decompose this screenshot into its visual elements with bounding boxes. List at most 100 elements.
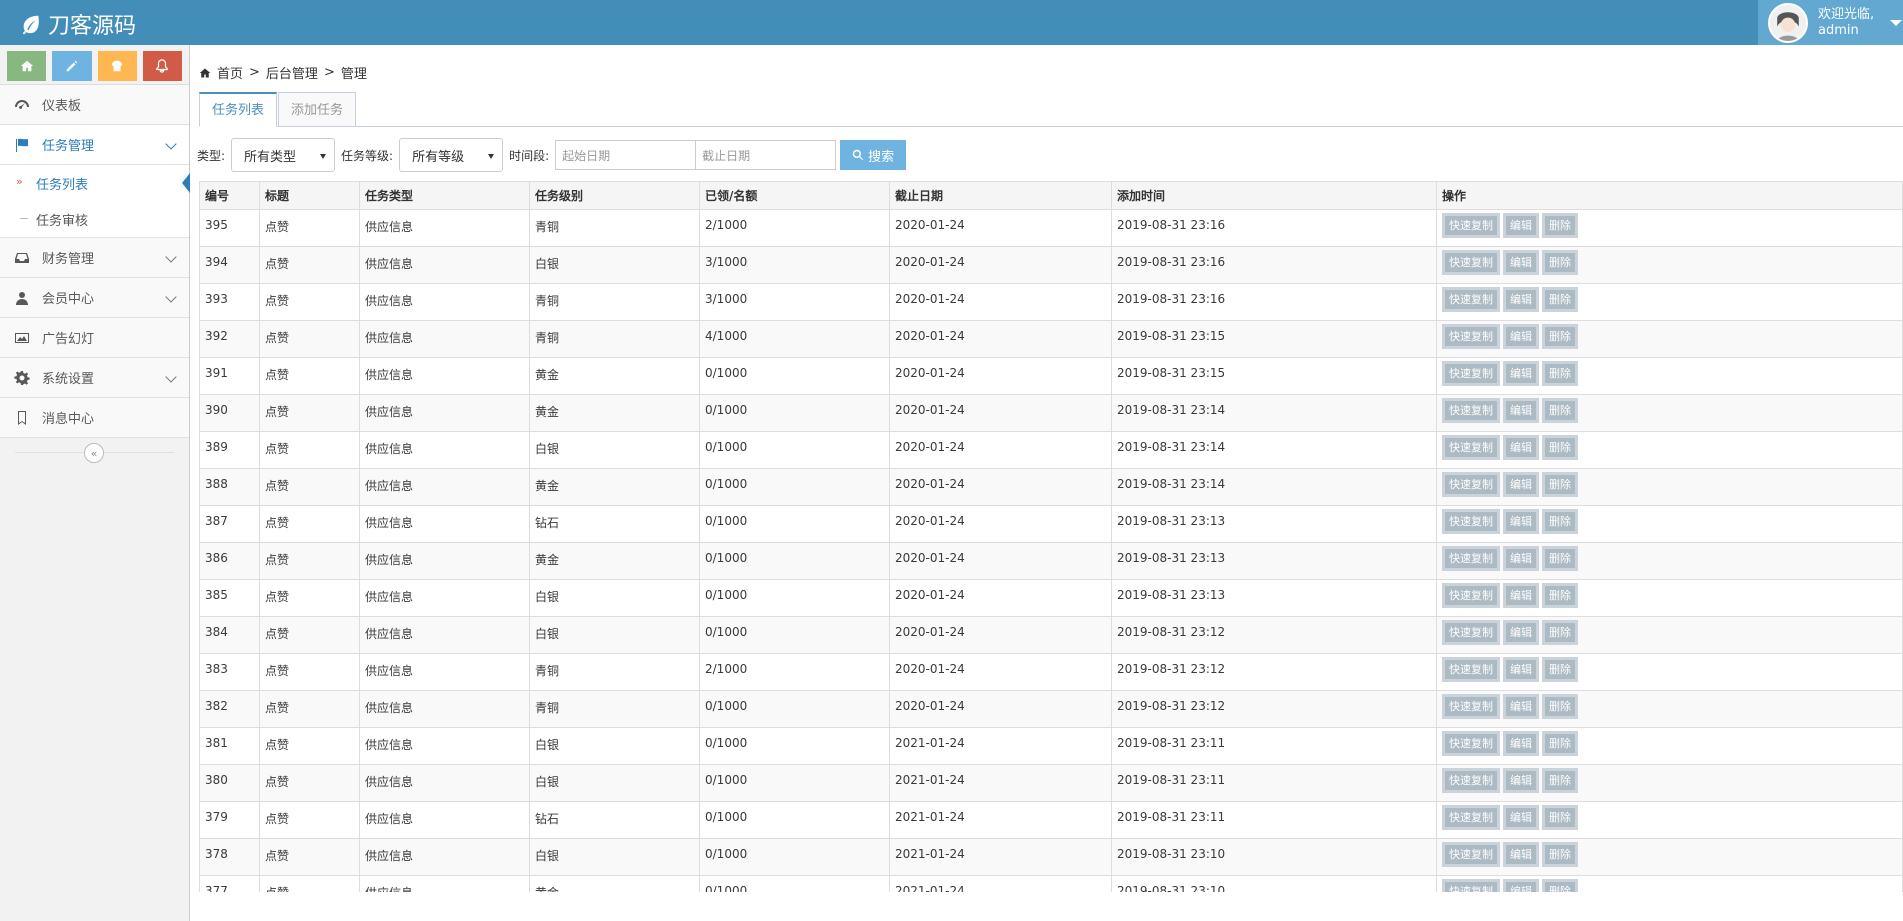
shortcut-edit-button[interactable] xyxy=(52,51,92,81)
quick-copy-button[interactable]: 快速复制 xyxy=(1442,287,1500,312)
shortcut-home-button[interactable] xyxy=(7,51,47,81)
shortcut-bell-button[interactable] xyxy=(142,51,182,81)
column-header[interactable]: 标题 xyxy=(259,181,360,210)
delete-button[interactable]: 删除 xyxy=(1542,287,1578,312)
delete-button[interactable]: 删除 xyxy=(1542,435,1578,460)
quick-copy-button[interactable]: 快速复制 xyxy=(1442,620,1500,645)
quick-copy-button[interactable]: 快速复制 xyxy=(1442,879,1500,892)
column-header[interactable]: 编号 xyxy=(199,181,260,210)
sidebar-item-task-management[interactable]: 任务管理 xyxy=(0,125,189,165)
sidebar-item-ads[interactable]: 广告幻灯 xyxy=(0,318,189,358)
quick-copy-button[interactable]: 快速复制 xyxy=(1442,324,1500,349)
caret-down-icon[interactable] xyxy=(1890,19,1903,26)
actions-cell: 快速复制 编辑 删除 xyxy=(1436,542,1903,580)
edit-button[interactable]: 编辑 xyxy=(1503,435,1539,460)
edit-button[interactable]: 编辑 xyxy=(1503,842,1539,867)
delete-button[interactable]: 删除 xyxy=(1542,509,1578,534)
table-cell: 391 xyxy=(199,357,260,395)
delete-button[interactable]: 删除 xyxy=(1542,879,1578,892)
edit-button[interactable]: 编辑 xyxy=(1503,546,1539,571)
delete-button[interactable]: 删除 xyxy=(1542,657,1578,682)
edit-button[interactable]: 编辑 xyxy=(1503,250,1539,275)
edit-button[interactable]: 编辑 xyxy=(1503,398,1539,423)
row-actions: 快速复制 编辑 删除 xyxy=(1442,250,1897,275)
quick-copy-button[interactable]: 快速复制 xyxy=(1442,805,1500,830)
delete-button[interactable]: 删除 xyxy=(1542,768,1578,793)
sidebar-item-settings[interactable]: 系统设置 xyxy=(0,358,189,398)
delete-button[interactable]: 删除 xyxy=(1542,842,1578,867)
table-cell: 380 xyxy=(199,764,260,802)
table-cell: 钻石 xyxy=(529,801,700,839)
brand-logo[interactable]: 刀客源码 xyxy=(20,8,136,40)
quick-copy-button[interactable]: 快速复制 xyxy=(1442,842,1500,867)
actions-cell: 快速复制 编辑 删除 xyxy=(1436,246,1903,284)
edit-button[interactable]: 编辑 xyxy=(1503,657,1539,682)
column-header[interactable]: 任务类型 xyxy=(359,181,530,210)
column-header[interactable]: 添加时间 xyxy=(1111,181,1437,210)
sidebar-item-dashboard[interactable]: 仪表板 xyxy=(0,85,189,125)
sidebar-subitem-task-review[interactable]: 任务审核 xyxy=(0,201,189,237)
delete-button[interactable]: 删除 xyxy=(1542,805,1578,830)
delete-button[interactable]: 删除 xyxy=(1542,361,1578,386)
edit-button[interactable]: 编辑 xyxy=(1503,879,1539,892)
delete-button[interactable]: 删除 xyxy=(1542,472,1578,497)
collapse-sidebar-button[interactable]: « xyxy=(84,443,104,463)
delete-button[interactable]: 删除 xyxy=(1542,546,1578,571)
edit-button[interactable]: 编辑 xyxy=(1503,361,1539,386)
table-cell: 点赞 xyxy=(259,690,360,728)
edit-button[interactable]: 编辑 xyxy=(1503,213,1539,238)
quick-copy-button[interactable]: 快速复制 xyxy=(1442,694,1500,719)
delete-button[interactable]: 删除 xyxy=(1542,583,1578,608)
quick-copy-button[interactable]: 快速复制 xyxy=(1442,657,1500,682)
row-actions: 快速复制 编辑 删除 xyxy=(1442,546,1897,571)
edit-button[interactable]: 编辑 xyxy=(1503,768,1539,793)
column-header[interactable]: 截止日期 xyxy=(889,181,1112,210)
shortcut-users-button[interactable] xyxy=(97,51,137,81)
edit-button[interactable]: 编辑 xyxy=(1503,694,1539,719)
quick-copy-button[interactable]: 快速复制 xyxy=(1442,509,1500,534)
sidebar-item-finance[interactable]: 财务管理 xyxy=(0,238,189,278)
sidebar-subitem-task-list[interactable]: » 任务列表 xyxy=(0,165,190,201)
column-header[interactable]: 任务级别 xyxy=(529,181,700,210)
sidebar-item-messages[interactable]: 消息中心 xyxy=(0,398,189,438)
quick-copy-button[interactable]: 快速复制 xyxy=(1442,250,1500,275)
table-cell: 点赞 xyxy=(259,283,360,321)
table-cell: 供应信息 xyxy=(359,468,530,506)
delete-button[interactable]: 删除 xyxy=(1542,620,1578,645)
table-cell: 2021-01-24 xyxy=(889,838,1112,876)
quick-copy-button[interactable]: 快速复制 xyxy=(1442,546,1500,571)
table-cell: 389 xyxy=(199,431,260,469)
edit-button[interactable]: 编辑 xyxy=(1503,620,1539,645)
delete-button[interactable]: 删除 xyxy=(1542,213,1578,238)
row-actions: 快速复制 编辑 删除 xyxy=(1442,213,1897,238)
table-row: 382 点赞 供应信息 青铜 0/1000 2020-01-24 2019-08-31 23… xyxy=(199,690,1903,728)
column-header[interactable]: 已领/名额 xyxy=(699,181,890,210)
table-cell: 393 xyxy=(199,283,260,321)
sidebar-item-members[interactable]: 会员中心 xyxy=(0,278,189,318)
user-menu[interactable]: 欢迎光临, admin xyxy=(1758,0,1903,45)
picture-icon xyxy=(12,329,32,347)
bookmark-icon xyxy=(12,409,32,427)
edit-button[interactable]: 编辑 xyxy=(1503,731,1539,756)
delete-button[interactable]: 删除 xyxy=(1542,731,1578,756)
delete-button[interactable]: 删除 xyxy=(1542,324,1578,349)
quick-copy-button[interactable]: 快速复制 xyxy=(1442,768,1500,793)
delete-button[interactable]: 删除 xyxy=(1542,398,1578,423)
edit-button[interactable]: 编辑 xyxy=(1503,509,1539,534)
quick-copy-button[interactable]: 快速复制 xyxy=(1442,472,1500,497)
edit-button[interactable]: 编辑 xyxy=(1503,324,1539,349)
quick-copy-button[interactable]: 快速复制 xyxy=(1442,435,1500,460)
quick-copy-button[interactable]: 快速复制 xyxy=(1442,361,1500,386)
delete-button[interactable]: 删除 xyxy=(1542,250,1578,275)
edit-button[interactable]: 编辑 xyxy=(1503,472,1539,497)
edit-button[interactable]: 编辑 xyxy=(1503,583,1539,608)
edit-button[interactable]: 编辑 xyxy=(1503,287,1539,312)
quick-copy-button[interactable]: 快速复制 xyxy=(1442,213,1500,238)
quick-copy-button[interactable]: 快速复制 xyxy=(1442,583,1500,608)
sidebar-item-label: 任务管理 xyxy=(42,139,95,154)
quick-copy-button[interactable]: 快速复制 xyxy=(1442,398,1500,423)
quick-copy-button[interactable]: 快速复制 xyxy=(1442,731,1500,756)
delete-button[interactable]: 删除 xyxy=(1542,694,1578,719)
edit-button[interactable]: 编辑 xyxy=(1503,805,1539,830)
table-cell: 供应信息 xyxy=(359,283,530,321)
